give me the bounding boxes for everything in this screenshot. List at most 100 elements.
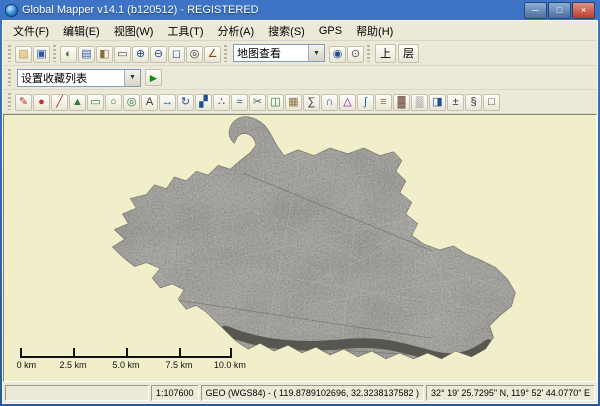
scale-feature-icon[interactable]: ▞ [195, 94, 212, 111]
toolbar-grip[interactable] [8, 45, 11, 62]
client-area: 文件(F)编辑(E)视图(W)工具(T)分析(A)搜索(S)GPS帮助(H) ▨… [2, 20, 598, 404]
menu-search[interactable]: 搜索(S) [261, 22, 312, 40]
menu-help[interactable]: 帮助(H) [349, 22, 400, 40]
toolbar-grip[interactable] [367, 45, 370, 62]
scale-label: 0 km [17, 360, 37, 370]
status-message-panel [5, 385, 149, 401]
measure-area-icon[interactable]: ∑ [303, 94, 320, 111]
favorites-combobox[interactable]: 设置收藏列表 ▼ [17, 69, 141, 87]
raster-options-icon[interactable]: ▒ [411, 94, 428, 111]
move-feature-icon[interactable]: ↔ [159, 94, 176, 111]
terrain-shading-icon[interactable]: ▓ [393, 94, 410, 111]
crop-areas-icon[interactable]: ▦ [285, 94, 302, 111]
info-toolbar-group: ◉⊙ [328, 44, 364, 63]
scale-tick [126, 348, 128, 356]
toolbar-grip[interactable] [8, 69, 11, 86]
toolbar-digitizer: ✎●╱▲▭○◎A↔↻▞∴≈✂◫▦∑∩△∫≡▓▒◨±§□ [3, 90, 597, 114]
toolbar-favorites: 设置收藏列表 ▼ ► [3, 66, 597, 90]
menu-bar: 文件(F)编辑(E)视图(W)工具(T)分析(A)搜索(S)GPS帮助(H) [3, 21, 597, 41]
view-mode-combobox[interactable]: 地图查看 ▼ [233, 44, 325, 62]
scale-tick [73, 348, 75, 356]
menu-gps[interactable]: GPS [312, 24, 349, 38]
menu-view[interactable]: 视图(W) [107, 22, 161, 40]
digitizer-edit-icon[interactable]: ✎ [15, 94, 32, 111]
overlay-control-center-icon[interactable]: ▤ [78, 46, 95, 63]
scale-label: 2.5 km [59, 360, 86, 370]
map-imagery-texture [4, 115, 596, 381]
coordinate-converter-icon[interactable]: ± [447, 94, 464, 111]
map-canvas[interactable] [4, 115, 596, 381]
chevron-down-icon[interactable]: ▼ [308, 45, 324, 61]
download-online-data-icon[interactable]: ◐ [60, 46, 77, 63]
layer-panel-button[interactable]: 层 [398, 44, 419, 63]
create-range-ring-icon[interactable]: ◎ [123, 94, 140, 111]
edit-vertices-icon[interactable]: ∴ [213, 94, 230, 111]
menu-analysis[interactable]: 分析(A) [210, 22, 261, 40]
toolbar-grip[interactable] [224, 45, 227, 62]
maximize-button[interactable]: □ [548, 2, 571, 19]
close-button[interactable]: × [572, 2, 595, 19]
zoom-out-icon[interactable]: ⊖ [150, 46, 167, 63]
script-editor-icon[interactable]: § [465, 94, 482, 111]
feature-info-icon[interactable]: ◉ [329, 46, 346, 63]
create-text-icon[interactable]: A [141, 94, 158, 111]
map-view[interactable]: 0 km 2.5 km 5.0 km 7.5 km 10.0 km [3, 114, 597, 382]
menu-edit[interactable]: 编辑(E) [56, 22, 107, 40]
window-controls: ─□× [523, 2, 595, 19]
layer-up-button[interactable]: 上 [375, 44, 396, 63]
scale-bar-labels: 0 km2.5 km5.0 km7.5 km10.0 km [20, 358, 232, 370]
toolbar-main: ▨▣ ◐▤◧▭⊕⊖◻◎∠ 地图查看 ▼ ◉⊙ 上层 [3, 41, 597, 66]
full-view-icon[interactable]: ▭ [114, 46, 131, 63]
window-title: Global Mapper v14.1 (b120512) - REGISTER… [22, 4, 519, 16]
status-scale-panel: 1:107600 [151, 385, 199, 401]
scale-tick [20, 348, 22, 356]
menu-file[interactable]: 文件(F) [6, 22, 56, 40]
split-line-icon[interactable]: ✂ [249, 94, 266, 111]
path-profile-icon[interactable]: ∩ [321, 94, 338, 111]
status-latlon-panel: 32° 19' 25.7295" N, 119° 52' 44.0770" E [426, 385, 595, 401]
image-swipe-icon[interactable]: ◨ [429, 94, 446, 111]
status-bar: 1:107600 GEO (WGS84) - ( 119.8789102696,… [3, 382, 597, 403]
view-shed-icon[interactable]: △ [339, 94, 356, 111]
pan-icon[interactable]: ◎ [186, 46, 203, 63]
title-bar[interactable]: Global Mapper v14.1 (b120512) - REGISTER… [2, 0, 598, 20]
scale-tick [179, 348, 181, 356]
app-globe-icon [5, 4, 18, 17]
combine-areas-icon[interactable]: ◫ [267, 94, 284, 111]
snap-toggle-icon[interactable]: ≈ [231, 94, 248, 111]
create-point-icon[interactable]: ● [33, 94, 50, 111]
save-workspace-icon[interactable]: ▣ [33, 46, 50, 63]
view-toolbar-group: ◐▤◧▭⊕⊖◻◎∠ [59, 44, 221, 63]
search-icon[interactable]: ⊙ [347, 46, 364, 63]
scale-label: 5.0 km [112, 360, 139, 370]
create-area-icon[interactable]: ▲ [69, 94, 86, 111]
zoom-in-icon[interactable]: ⊕ [132, 46, 149, 63]
scale-bar: 0 km2.5 km5.0 km7.5 km10.0 km [20, 348, 232, 370]
scale-bar-line [20, 348, 232, 358]
measure-tool-icon[interactable]: ∠ [204, 46, 221, 63]
create-line-icon[interactable]: ╱ [51, 94, 68, 111]
create-rectangle-icon[interactable]: ▭ [87, 94, 104, 111]
toolbar-grip[interactable] [53, 45, 56, 62]
contour-lines-icon[interactable]: ≡ [375, 94, 392, 111]
application-window: Global Mapper v14.1 (b120512) - REGISTER… [0, 0, 600, 406]
menu-tools[interactable]: 工具(T) [160, 22, 210, 40]
chevron-down-icon[interactable]: ▼ [124, 70, 140, 86]
layer-buttons-group: 上层 [373, 44, 419, 63]
scale-label: 7.5 km [165, 360, 192, 370]
configuration-icon[interactable]: ◧ [96, 46, 113, 63]
favorites-value: 设置收藏列表 [18, 70, 124, 86]
apply-favorite-button[interactable]: ► [145, 69, 162, 86]
status-projection-panel: GEO (WGS84) - ( 119.8789102696, 32.32381… [201, 385, 424, 401]
zoom-window-icon[interactable]: ◻ [168, 46, 185, 63]
scale-label: 10.0 km [214, 360, 246, 370]
create-circle-icon[interactable]: ○ [105, 94, 122, 111]
watershed-icon[interactable]: ∫ [357, 94, 374, 111]
screen-capture-icon[interactable]: □ [483, 94, 500, 111]
digitizer-toolbar-group: ✎●╱▲▭○◎A↔↻▞∴≈✂◫▦∑∩△∫≡▓▒◨±§□ [14, 92, 500, 111]
minimize-button[interactable]: ─ [524, 2, 547, 19]
rotate-feature-icon[interactable]: ↻ [177, 94, 194, 111]
toolbar-grip[interactable] [8, 93, 11, 110]
open-data-file-icon[interactable]: ▨ [15, 46, 32, 63]
scale-tick [230, 348, 232, 356]
